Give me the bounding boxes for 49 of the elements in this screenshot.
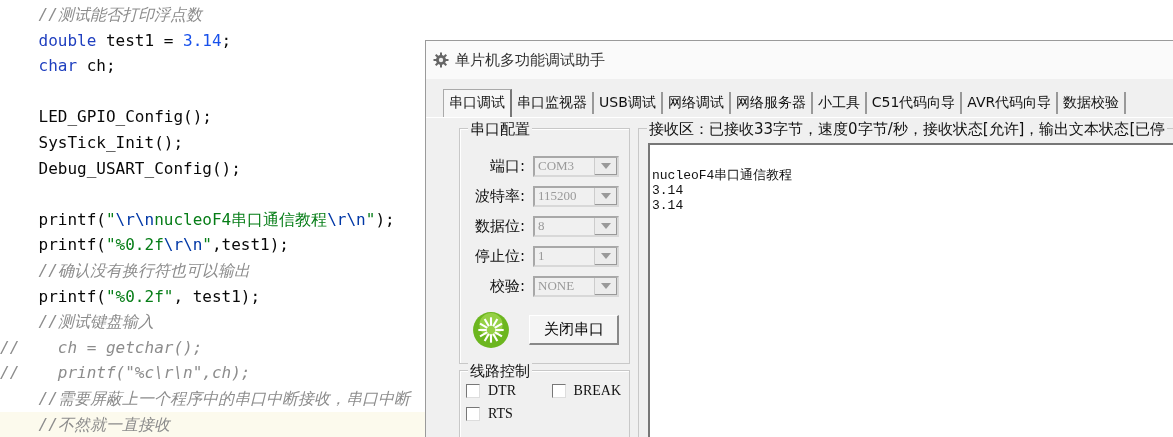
tab[interactable]: USB调试: [594, 92, 663, 114]
code-line: double test1 = 3.14;: [37, 29, 232, 52]
code-line: //测试能否打印浮点数: [37, 4, 202, 26]
checkbox-label: RTS: [488, 406, 513, 422]
code-line: printf("\r\nnucleoF4串口通信教程\r\n");: [37, 208, 395, 231]
tab[interactable]: 网络调试: [662, 92, 731, 114]
tab[interactable]: 网络服务器: [730, 92, 813, 114]
receive-status: 接收区：已接收33字节，速度0字节/秒，接收状态[允许]，输出文本状态[已停: [647, 120, 1168, 139]
tab[interactable]: 串口调试: [443, 89, 512, 117]
field-label: 数据位:: [474, 216, 525, 236]
close-port-button[interactable]: 关闭串口: [529, 315, 619, 345]
code-line: //确认没有换行符也可以输出: [37, 259, 250, 282]
output-line: 3.14: [652, 198, 684, 213]
tab[interactable]: C51代码向导: [866, 92, 963, 114]
code-line: char ch;: [37, 55, 116, 78]
field-label: 波特率:: [474, 186, 525, 206]
field-label: 停止位:: [474, 246, 525, 266]
checkbox[interactable]: [466, 384, 480, 398]
code-line: //测试键盘输入: [37, 311, 154, 334]
caret-icon: [601, 163, 611, 169]
code-line: // printf("%c\r\n",ch);: [0, 362, 251, 385]
group-title: 线路控制: [468, 362, 532, 381]
checkbox[interactable]: [466, 407, 480, 421]
code-line: LED_GPIO_Config();: [37, 106, 212, 129]
code-line: Debug_USART_Config();: [37, 157, 241, 180]
checkbox[interactable]: [551, 384, 566, 398]
group-title: 串口配置: [468, 120, 532, 139]
code-line: // ch = getchar();: [0, 336, 203, 359]
code-line: printf("%0.2f", test1);: [37, 285, 261, 308]
output-line: nucleoF4串口通信教程: [652, 168, 793, 183]
caret-icon: [601, 193, 611, 199]
caret-icon: [601, 283, 611, 289]
field-label: 端口:: [489, 156, 525, 176]
receive-textarea[interactable]: nucleoF4串口通信教程 3.14 3.14: [648, 143, 1173, 437]
window-title: 单片机多功能调试助手: [455, 50, 605, 70]
code-line: printf("%0.2f\r\n",test1);: [37, 234, 289, 257]
checkbox-label: DTR: [488, 383, 516, 399]
code-line: SysTick_Init();: [37, 131, 184, 154]
caret-icon: [601, 253, 611, 259]
caret-icon: [601, 223, 611, 229]
tab[interactable]: 小工具: [812, 92, 867, 114]
output-line: 3.14: [652, 183, 684, 198]
checkbox-label: BREAK: [573, 383, 621, 399]
field-label: 校验:: [489, 276, 525, 296]
tab[interactable]: 数据校验: [1058, 92, 1127, 114]
tab[interactable]: 串口监视器: [512, 92, 594, 114]
gear-icon: [433, 52, 449, 68]
code-line: //需要屏蔽上一个程序中的串口中断接收，串口中断: [37, 387, 410, 410]
tab[interactable]: AVR代码向导: [962, 92, 1059, 114]
